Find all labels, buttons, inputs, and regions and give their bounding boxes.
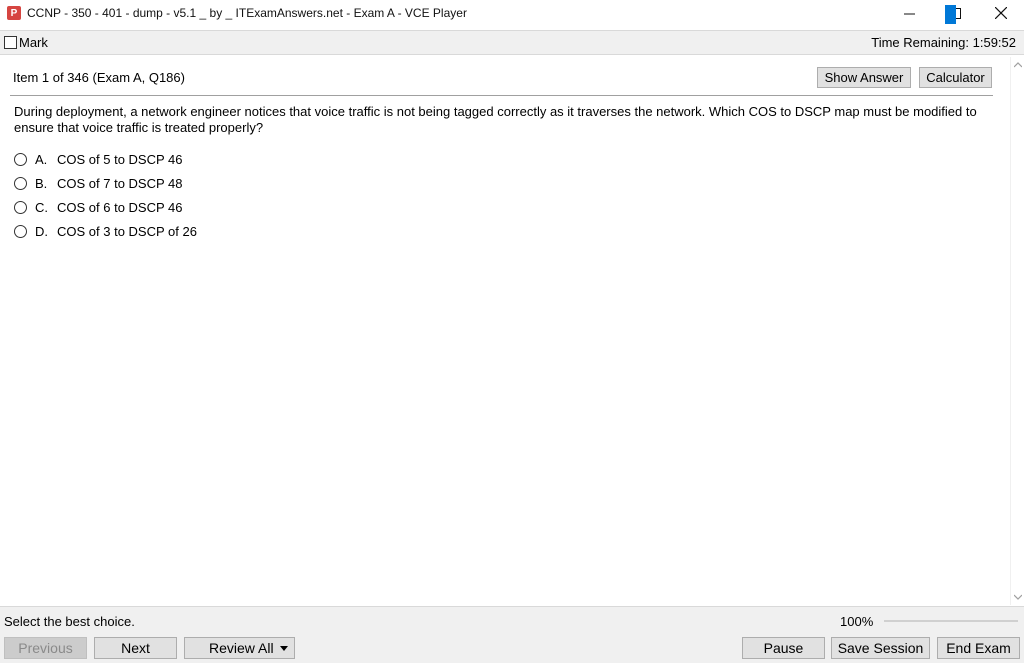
radio-icon[interactable] bbox=[14, 201, 27, 214]
close-icon bbox=[995, 7, 1007, 19]
checkbox-icon bbox=[4, 36, 17, 49]
radio-icon[interactable] bbox=[14, 177, 27, 190]
title-bar: P CCNP - 350 - 401 - dump - v5.1 _ by _ … bbox=[0, 0, 1024, 26]
option-text: COS of 7 to DSCP 48 bbox=[57, 176, 183, 191]
navigation-bar: Previous Next Review All Pause Save Sess… bbox=[0, 633, 1024, 663]
close-button[interactable] bbox=[978, 0, 1024, 26]
answer-option-c[interactable]: C. COS of 6 to DSCP 46 bbox=[14, 200, 183, 215]
item-info: Item 1 of 346 (Exam A, Q186) bbox=[13, 70, 185, 85]
option-letter: C. bbox=[35, 200, 48, 215]
divider bbox=[10, 95, 993, 96]
next-button[interactable]: Next bbox=[94, 637, 177, 659]
review-all-button[interactable]: Review All bbox=[184, 637, 295, 659]
answer-option-a[interactable]: A. COS of 5 to DSCP 46 bbox=[14, 152, 183, 167]
calculator-button[interactable]: Calculator bbox=[919, 67, 992, 88]
zoom-level: 100% bbox=[840, 614, 874, 629]
mark-label: Mark bbox=[19, 35, 48, 50]
question-panel: Item 1 of 346 (Exam A, Q186) Show Answer… bbox=[0, 57, 1010, 605]
pause-button[interactable]: Pause bbox=[742, 637, 825, 659]
save-session-button[interactable]: Save Session bbox=[831, 637, 930, 659]
status-hint: Select the best choice. bbox=[4, 614, 135, 629]
mark-toolbar: Mark Time Remaining: 1:59:52 bbox=[0, 30, 1024, 55]
answer-option-d[interactable]: D. COS of 3 to DSCP of 26 bbox=[14, 224, 197, 239]
option-text: COS of 5 to DSCP 46 bbox=[57, 152, 183, 167]
vce-player-app-icon: P bbox=[7, 6, 21, 20]
window-title: CCNP - 350 - 401 - dump - v5.1 _ by _ IT… bbox=[27, 6, 467, 20]
time-remaining: Time Remaining: 1:59:52 bbox=[871, 35, 1016, 50]
dropdown-arrow-icon[interactable] bbox=[280, 646, 288, 651]
radio-icon[interactable] bbox=[14, 225, 27, 238]
end-exam-button[interactable]: End Exam bbox=[937, 637, 1020, 659]
scroll-up-icon[interactable] bbox=[1014, 61, 1022, 69]
option-letter: D. bbox=[35, 224, 48, 239]
show-answer-button[interactable]: Show Answer bbox=[817, 67, 911, 88]
zoom-slider-track[interactable] bbox=[884, 620, 1018, 622]
review-all-label: Review All bbox=[209, 640, 274, 656]
answer-option-b[interactable]: B. COS of 7 to DSCP 48 bbox=[14, 176, 183, 191]
scroll-down-icon[interactable] bbox=[1014, 593, 1022, 601]
option-text: COS of 3 to DSCP of 26 bbox=[57, 224, 197, 239]
option-letter: A. bbox=[35, 152, 48, 167]
status-bar: Select the best choice. 100% bbox=[0, 606, 1024, 633]
previous-button[interactable]: Previous bbox=[4, 637, 87, 659]
minimize-button[interactable] bbox=[886, 0, 932, 26]
option-text: COS of 6 to DSCP 46 bbox=[57, 200, 183, 215]
zoom-slider-thumb[interactable] bbox=[945, 5, 956, 24]
minimize-icon bbox=[903, 13, 915, 14]
mark-checkbox[interactable]: Mark bbox=[4, 35, 48, 50]
radio-icon[interactable] bbox=[14, 153, 27, 166]
option-letter: B. bbox=[35, 176, 48, 191]
question-text: During deployment, a network engineer no… bbox=[14, 104, 977, 135]
vertical-scrollbar[interactable] bbox=[1010, 57, 1024, 605]
